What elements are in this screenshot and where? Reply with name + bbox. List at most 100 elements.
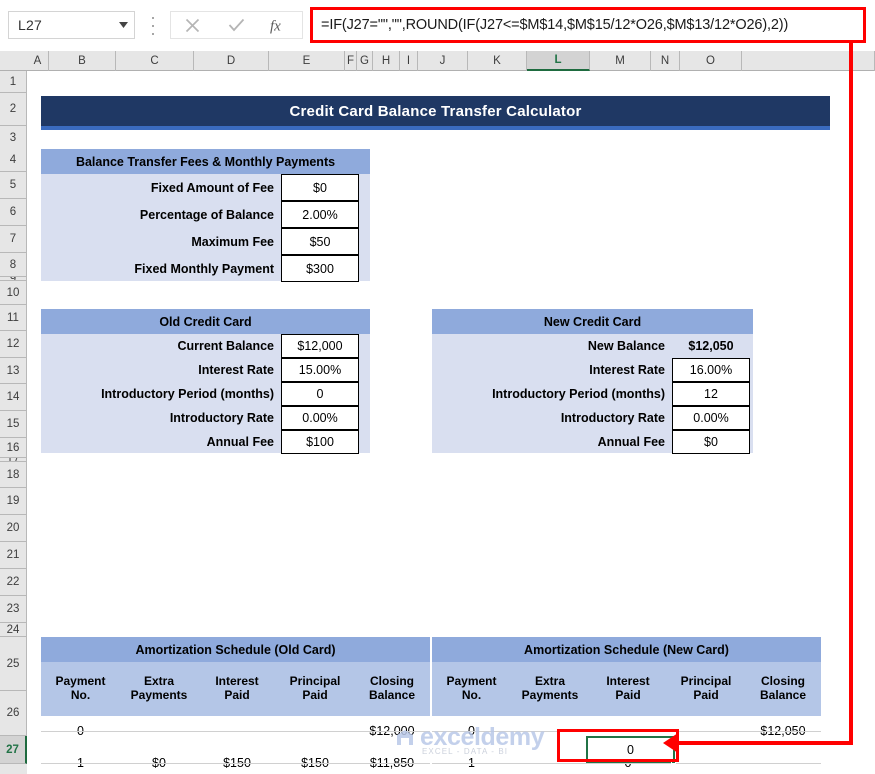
fees-row-label: Percentage of Balance bbox=[139, 207, 274, 222]
row-header-6[interactable]: 6 bbox=[0, 199, 27, 226]
row-header-24[interactable]: 24 bbox=[0, 623, 27, 637]
row-header-22[interactable]: 22 bbox=[0, 569, 27, 596]
title-accent-bar bbox=[41, 126, 830, 130]
amort-old-cell[interactable]: $0 bbox=[120, 748, 198, 774]
row-header-14[interactable]: 14 bbox=[0, 384, 27, 411]
old-card-row-value[interactable]: 0.00% bbox=[281, 406, 359, 430]
fees-row-value[interactable]: 2.00% bbox=[281, 201, 359, 228]
page-title-text: Credit Card Balance Transfer Calculator bbox=[289, 102, 582, 120]
old-card-row-value[interactable]: 15.00% bbox=[281, 358, 359, 382]
column-header-E[interactable]: E bbox=[269, 51, 345, 71]
new-card-balance-label: New Balance bbox=[587, 339, 665, 353]
row-header-7[interactable]: 7 bbox=[0, 226, 27, 253]
column-header-B[interactable]: B bbox=[49, 51, 116, 71]
fees-row-label: Fixed Amount of Fee bbox=[150, 180, 274, 195]
row-header-26[interactable]: 26 bbox=[0, 691, 27, 736]
column-headers: ABCDEFGHIJKLMNO bbox=[0, 51, 875, 71]
row-header-5[interactable]: 5 bbox=[0, 172, 27, 199]
old-card-row-label: Current Balance bbox=[177, 339, 274, 353]
amort-old-cell[interactable]: 1 bbox=[41, 748, 120, 774]
fx-icon[interactable]: fx bbox=[260, 12, 300, 38]
old-card-row-value[interactable]: 0 bbox=[281, 382, 359, 406]
amort-old-cell[interactable]: $150 bbox=[198, 748, 276, 774]
formula-bar-strip: L27 fx =IF(J27="","",ROUND(IF(J27<=$M$14… bbox=[0, 0, 875, 51]
old-card-row-label: Interest Rate bbox=[198, 363, 274, 377]
row-header-1[interactable]: 1 bbox=[0, 71, 27, 93]
amort-new-colheader: Closing Balance bbox=[745, 662, 821, 716]
row-header-8[interactable]: 8 bbox=[0, 253, 27, 277]
chevron-down-icon[interactable] bbox=[112, 22, 134, 28]
column-header-L[interactable]: L bbox=[527, 51, 590, 71]
worksheet-canvas[interactable]: Credit Card Balance Transfer Calculator … bbox=[27, 71, 875, 774]
grid-line bbox=[41, 731, 430, 732]
row-headers: 1234567891011121314151617181920212223242… bbox=[0, 71, 27, 774]
column-header-J[interactable]: J bbox=[418, 51, 468, 71]
new-card-balance-value: $12,050 bbox=[688, 339, 734, 353]
row-header-23[interactable]: 23 bbox=[0, 596, 27, 623]
column-header-G[interactable]: G bbox=[357, 51, 373, 71]
new-card-row-label: Introductory Rate bbox=[560, 411, 665, 425]
amort-new-colheader: Principal Paid bbox=[667, 662, 745, 716]
amort-old-colheader: Principal Paid bbox=[276, 662, 354, 716]
fees-row-value[interactable]: $300 bbox=[281, 255, 359, 282]
row-header-12[interactable]: 12 bbox=[0, 331, 27, 358]
column-header-A[interactable]: A bbox=[27, 51, 49, 71]
watermark-subtitle: EXCEL - DATA - BI bbox=[422, 747, 509, 756]
fees-row-value[interactable]: $0 bbox=[281, 174, 359, 201]
formula-input[interactable]: =IF(J27="","",ROUND(IF(J27<=$M$14,$M$15/… bbox=[310, 7, 866, 43]
row-header-18[interactable]: 18 bbox=[0, 462, 27, 488]
amort-old-title: Amortization Schedule (Old Card) bbox=[41, 637, 430, 662]
new-card-row-value[interactable]: 12 bbox=[672, 382, 750, 406]
annotation-line-vertical bbox=[849, 40, 853, 745]
name-box[interactable]: L27 bbox=[8, 11, 135, 39]
row-header-27[interactable]: 27 bbox=[0, 736, 27, 764]
new-card-row-value[interactable]: 16.00% bbox=[672, 358, 750, 382]
amort-old-colheader: Interest Paid bbox=[198, 662, 276, 716]
column-header-C[interactable]: C bbox=[116, 51, 194, 71]
column-header-K[interactable]: K bbox=[468, 51, 527, 71]
row-header-20[interactable]: 20 bbox=[0, 515, 27, 542]
new-card-title: New Credit Card bbox=[432, 309, 753, 334]
row-header-19[interactable]: 19 bbox=[0, 488, 27, 515]
amort-new-colheader: Interest Paid bbox=[589, 662, 667, 716]
column-header-D[interactable]: D bbox=[194, 51, 269, 71]
column-header-H[interactable]: H bbox=[373, 51, 400, 71]
new-card-row-value[interactable]: $0 bbox=[672, 430, 750, 454]
old-card-title: Old Credit Card bbox=[41, 309, 370, 334]
name-box-value: L27 bbox=[18, 17, 42, 33]
column-header-I[interactable]: I bbox=[400, 51, 418, 71]
row-header-11[interactable]: 11 bbox=[0, 305, 27, 331]
old-card-row-label: Annual Fee bbox=[206, 435, 274, 449]
fees-row-value[interactable]: $50 bbox=[281, 228, 359, 255]
amort-old-colheader: Closing Balance bbox=[354, 662, 430, 716]
column-header-N[interactable]: N bbox=[651, 51, 680, 71]
row-header-2[interactable]: 2 bbox=[0, 93, 27, 126]
amort-old-cell[interactable]: $150 bbox=[276, 748, 354, 774]
old-card-row-value[interactable]: $100 bbox=[281, 430, 359, 454]
row-header-25[interactable]: 25 bbox=[0, 637, 27, 691]
more-options-icon[interactable] bbox=[148, 17, 158, 35]
grid-line bbox=[432, 763, 821, 764]
fees-row-label: Maximum Fee bbox=[191, 234, 274, 249]
row-header-10[interactable]: 10 bbox=[0, 281, 27, 305]
row-header-3[interactable]: 3 bbox=[0, 126, 27, 150]
new-card-row-label: Annual Fee bbox=[597, 435, 665, 449]
amort-old-colheader: Payment No. bbox=[41, 662, 120, 716]
row-header-21[interactable]: 21 bbox=[0, 542, 27, 569]
new-card-row-value[interactable]: 0.00% bbox=[672, 406, 750, 430]
cancel-icon[interactable] bbox=[173, 12, 213, 38]
row-header-15[interactable]: 15 bbox=[0, 411, 27, 438]
column-header-O[interactable]: O bbox=[680, 51, 742, 71]
column-header-spacer bbox=[742, 51, 875, 71]
row-header-16[interactable]: 16 bbox=[0, 438, 27, 458]
new-card-row-label: Introductory Period (months) bbox=[492, 387, 665, 401]
check-icon[interactable] bbox=[216, 12, 256, 38]
column-header-F[interactable]: F bbox=[345, 51, 357, 71]
row-header-4[interactable]: 4 bbox=[0, 149, 27, 172]
old-card-row-value[interactable]: $12,000 bbox=[281, 334, 359, 358]
annotation-highlight-box bbox=[557, 729, 679, 762]
annotation-line-horizontal bbox=[678, 741, 853, 745]
amort-new-colheader: Extra Payments bbox=[511, 662, 589, 716]
column-header-M[interactable]: M bbox=[590, 51, 651, 71]
row-header-13[interactable]: 13 bbox=[0, 358, 27, 384]
